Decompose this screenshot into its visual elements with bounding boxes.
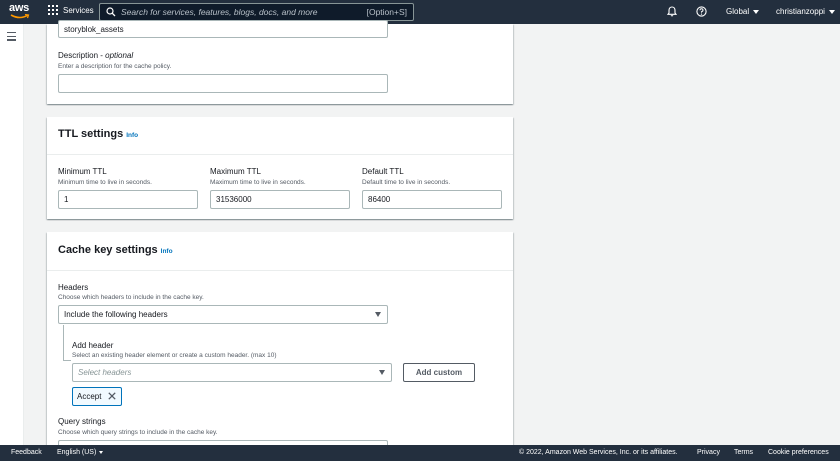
remove-token-icon[interactable]	[108, 392, 116, 400]
cache-key-info-link[interactable]: Info	[161, 248, 173, 255]
query-strings-help-text: Choose which query strings to include in…	[58, 429, 218, 436]
language-selector[interactable]: English (US)	[57, 449, 104, 456]
notifications-bell-icon[interactable]	[667, 6, 677, 17]
menu-hamburger-icon[interactable]	[7, 32, 16, 41]
minimum-ttl-label: Minimum TTL	[58, 167, 107, 176]
ttl-settings-title: TTL settings Info	[58, 128, 138, 140]
aws-logo[interactable]: aws	[9, 3, 31, 21]
default-ttl-input[interactable]: 86400	[362, 190, 502, 209]
header-token-label: Accept	[77, 392, 102, 401]
default-ttl-help-text: Default time to live in seconds.	[362, 179, 451, 186]
side-navigation-rail	[0, 24, 24, 445]
services-label: Services	[63, 5, 94, 15]
services-grid-icon	[48, 5, 58, 15]
search-shortcut: [Option+S]	[366, 7, 407, 17]
headers-behavior-select[interactable]: Include the following headers	[58, 305, 388, 324]
ttl-info-link[interactable]: Info	[126, 132, 138, 139]
search-icon	[106, 7, 116, 17]
maximum-ttl-help-text: Maximum time to live in seconds.	[210, 179, 306, 186]
account-name: christianzoppi	[776, 7, 825, 16]
name-input[interactable]: storyblok_assets	[58, 20, 388, 38]
help-icon[interactable]	[696, 6, 707, 17]
cache-key-settings-title: Cache key settings Info	[58, 244, 173, 256]
headers-help-text: Choose which headers to include in the c…	[58, 294, 204, 301]
cookie-preferences-link[interactable]: Cookie preferences	[768, 449, 829, 456]
chevron-down-icon	[828, 9, 835, 14]
headers-label: Headers	[58, 283, 89, 292]
services-menu-button[interactable]: Services	[48, 5, 94, 15]
minimum-ttl-input[interactable]: 1	[58, 190, 198, 209]
minimum-ttl-help-text: Minimum time to live in seconds.	[58, 179, 152, 186]
feedback-link[interactable]: Feedback	[11, 449, 42, 456]
maximum-ttl-input[interactable]: 31536000	[210, 190, 350, 209]
search-placeholder: Search for services, features, blogs, do…	[121, 7, 318, 17]
maximum-ttl-label: Maximum TTL	[210, 167, 261, 176]
add-header-help-text: Select an existing header element or cre…	[72, 352, 277, 359]
region-selector[interactable]: Global	[726, 7, 760, 16]
add-header-label: Add header	[72, 341, 114, 350]
ttl-settings-header: TTL settings Info	[47, 117, 513, 155]
console-footer: Feedback English (US) © 2022, Amazon Web…	[0, 445, 840, 461]
select-headers-dropdown[interactable]: Select headers	[72, 363, 392, 382]
select-headers-placeholder: Select headers	[78, 368, 132, 377]
description-help-text: Enter a description for the cache policy…	[58, 63, 172, 70]
aws-logo-text: aws	[9, 2, 29, 14]
description-label: Description - optional	[58, 51, 133, 60]
cache-key-settings-panel: Cache key settings Info Headers Choose wh…	[47, 232, 513, 459]
ttl-settings-title-text: TTL settings	[58, 128, 124, 140]
tree-connector	[63, 325, 71, 361]
account-menu[interactable]: christianzoppi	[776, 7, 835, 16]
query-strings-label: Query strings	[58, 417, 106, 426]
chevron-down-icon	[379, 370, 385, 375]
global-search-input[interactable]: Search for services, features, blogs, do…	[99, 3, 414, 21]
language-label: English (US)	[57, 449, 97, 456]
copyright-text: © 2022, Amazon Web Services, Inc. or its…	[519, 449, 678, 456]
terms-link[interactable]: Terms	[734, 449, 753, 456]
chevron-down-icon	[753, 9, 760, 14]
cache-key-settings-title-text: Cache key settings	[58, 244, 158, 256]
cache-key-settings-header: Cache key settings Info	[47, 232, 513, 271]
default-ttl-label: Default TTL	[362, 167, 404, 176]
add-custom-button[interactable]: Add custom	[403, 363, 475, 382]
aws-smile-icon	[10, 14, 30, 19]
description-label-text: Description -	[58, 51, 106, 60]
chevron-down-icon	[375, 312, 381, 317]
headers-behavior-value: Include the following headers	[64, 310, 168, 319]
chevron-down-icon	[99, 450, 104, 454]
header-token: Accept	[72, 387, 122, 406]
general-settings-panel: storyblok_assets Description - optional …	[47, 20, 513, 104]
description-input[interactable]	[58, 74, 388, 93]
ttl-settings-panel: TTL settings Info Minimum TTL Minimum tim…	[47, 117, 513, 219]
description-optional-text: optional	[105, 51, 134, 60]
privacy-link[interactable]: Privacy	[697, 449, 720, 456]
region-label: Global	[726, 7, 750, 16]
